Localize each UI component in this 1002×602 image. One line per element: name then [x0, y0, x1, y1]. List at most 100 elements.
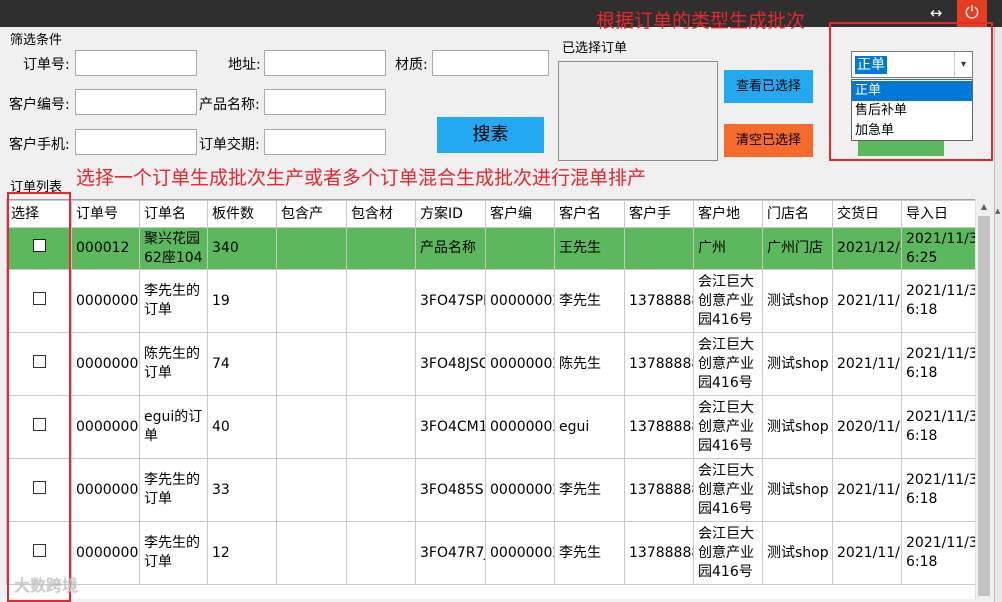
product-name-input[interactable] — [264, 89, 386, 115]
order-table: 选择 订单号 订单名 板件数 包含产 包含材 方案ID 客户编 客户名 客户手 … — [6, 200, 992, 585]
table-cell: 3FO47R7J — [415, 521, 486, 585]
table-cell — [624, 227, 694, 270]
table-cell: 00000006 — [71, 395, 140, 459]
table-body: 000012 聚兴花园62座104 340 产品名称 王先生 广州 广州门店 2021/12/… — [6, 227, 992, 585]
column-header[interactable]: 订单号 — [71, 200, 140, 228]
table-cell: 李先生 — [554, 521, 625, 585]
order-type-option[interactable]: 正单 — [852, 81, 972, 101]
table-cell: 13788888 — [624, 395, 694, 459]
order-no-input[interactable] — [75, 50, 197, 76]
column-header[interactable]: 订单名 — [139, 200, 208, 228]
window-edge-scrollbar[interactable]: ▲ — [994, 27, 1002, 602]
table-cell — [346, 395, 416, 459]
table-cell — [346, 458, 416, 522]
table-cell: 测试shop — [762, 458, 833, 522]
table-cell: egui的订单 — [139, 395, 208, 459]
restore-icon[interactable]: ↔ — [925, 2, 947, 24]
table-cell: 13788888 — [624, 269, 694, 333]
column-header[interactable]: 客户编 — [485, 200, 555, 228]
select-column-highlight-box — [7, 192, 71, 602]
scroll-up-icon[interactable]: ▲ — [995, 207, 1000, 215]
table-cell: 产品名称 — [415, 227, 486, 270]
table-cell: 李先生的订单 — [139, 269, 208, 333]
table-cell: 12 — [207, 521, 277, 585]
order-type-selected-value: 正单 — [855, 56, 887, 74]
clear-selected-button[interactable]: 清空已选择 — [724, 124, 813, 157]
table-cell — [276, 227, 347, 270]
selected-orders-title: 已选择订单 — [562, 41, 628, 56]
search-button[interactable]: 搜素 — [437, 117, 544, 153]
customer-phone-label: 客户手机: — [9, 137, 70, 153]
address-label: 地址: — [228, 57, 261, 73]
table-cell: 李先生 — [554, 269, 625, 333]
table-cell — [276, 458, 347, 522]
table-cell: 13788888 — [624, 458, 694, 522]
table-row[interactable]: 00000009李先生的订单33 3FO485SN00000002李先生13788… — [6, 458, 992, 522]
column-header[interactable]: 板件数 — [207, 200, 277, 228]
material-input[interactable] — [432, 50, 549, 76]
table-cell — [276, 395, 347, 459]
watermark: 大数跨境 — [14, 576, 79, 595]
order-type-option[interactable]: 售后补单 — [852, 101, 972, 121]
column-header[interactable]: 客户地 — [693, 200, 763, 228]
table-cell: 00000009 — [71, 458, 140, 522]
order-type-option[interactable]: 加急单 — [852, 121, 972, 141]
scrollbar-thumb[interactable] — [978, 216, 990, 596]
order-type-select[interactable]: 正单 ▾ — [851, 51, 973, 78]
table-cell: 测试shop — [762, 521, 833, 585]
table-cell: 13788888 — [624, 521, 694, 585]
table-cell: 00000008 — [71, 332, 140, 396]
table-cell — [346, 269, 416, 333]
table-cell: 3FO485SN — [415, 458, 486, 522]
table-row[interactable]: 00000009李先生的订单12 3FO47R7J00000002李先生13788… — [6, 521, 992, 585]
table-cell — [276, 269, 347, 333]
table-cell: 74 — [207, 332, 277, 396]
table-row[interactable]: 000012 聚兴花园62座104 340 产品名称 王先生 广州 广州门店 2021/12/… — [6, 227, 992, 270]
column-header[interactable]: 包含产 — [276, 200, 347, 228]
table-cell: 会江巨大创意产业园416号 — [693, 395, 763, 459]
column-header[interactable]: 包含材 — [346, 200, 416, 228]
table-cell: 2021/11/3 — [832, 521, 902, 585]
column-header[interactable]: 客户手 — [624, 200, 694, 228]
table-cell: 13788888 — [624, 332, 694, 396]
order-no-label: 订单号: — [23, 57, 70, 73]
delivery-date-input[interactable] — [264, 129, 386, 155]
table-cell: 33 — [207, 458, 277, 522]
address-input[interactable] — [264, 50, 386, 76]
table-cell: 19 — [207, 269, 277, 333]
column-header[interactable]: 客户名 — [554, 200, 625, 228]
column-header[interactable]: 交货日 — [832, 200, 902, 228]
table-cell: 2021/12/4 — [832, 227, 902, 270]
column-header[interactable]: 方案ID — [415, 200, 486, 228]
table-cell: 聚兴花园62座104 — [139, 227, 208, 270]
customer-phone-input[interactable] — [75, 129, 197, 155]
customer-no-label: 客户编号: — [9, 97, 70, 113]
column-header[interactable]: 门店名 — [762, 200, 833, 228]
chevron-down-icon[interactable]: ▾ — [954, 52, 972, 77]
table-cell: 2021/11/3 — [832, 458, 902, 522]
table-cell: 李先生 — [554, 458, 625, 522]
table-cell: 00000002 — [485, 269, 555, 333]
table-cell: 00000009 — [71, 269, 140, 333]
table-cell: 2021/11/3 — [832, 269, 902, 333]
table-cell: 40 — [207, 395, 277, 459]
order-list-grid: 选择 订单号 订单名 板件数 包含产 包含材 方案ID 客户编 客户名 客户手 … — [6, 199, 992, 599]
scroll-up-icon[interactable]: ▲ — [976, 199, 992, 215]
table-cell: 测试shop — [762, 395, 833, 459]
annotation-batch-selection: 选择一个订单生成批次生产或者多个订单混合生成批次进行混单排产 — [76, 167, 647, 189]
view-selected-button[interactable]: 查看已选择 — [724, 70, 813, 103]
customer-no-input[interactable] — [75, 89, 197, 115]
delivery-date-label: 订单交期: — [199, 137, 260, 153]
grid-vertical-scrollbar[interactable]: ▲ — [975, 199, 992, 599]
table-row[interactable]: 00000008陈先生的订单74 3FO48JSC00000002陈先生13788… — [6, 332, 992, 396]
table-cell: 00000002 — [485, 458, 555, 522]
table-row[interactable]: 00000009李先生的订单19 3FO47SPD00000002李先生13788… — [6, 269, 992, 333]
table-cell: 000012 — [71, 227, 140, 270]
generate-batch-button[interactable] — [858, 141, 944, 156]
table-cell — [276, 521, 347, 585]
selected-orders-list[interactable] — [558, 61, 718, 161]
annotation-order-type: 根据订单的类型生成批次 — [596, 10, 806, 32]
product-name-label: 产品名称: — [199, 97, 260, 113]
material-label: 材质: — [395, 57, 428, 73]
table-row[interactable]: 00000006egui的订单40 3FO4CM100000002egui1378… — [6, 395, 992, 459]
